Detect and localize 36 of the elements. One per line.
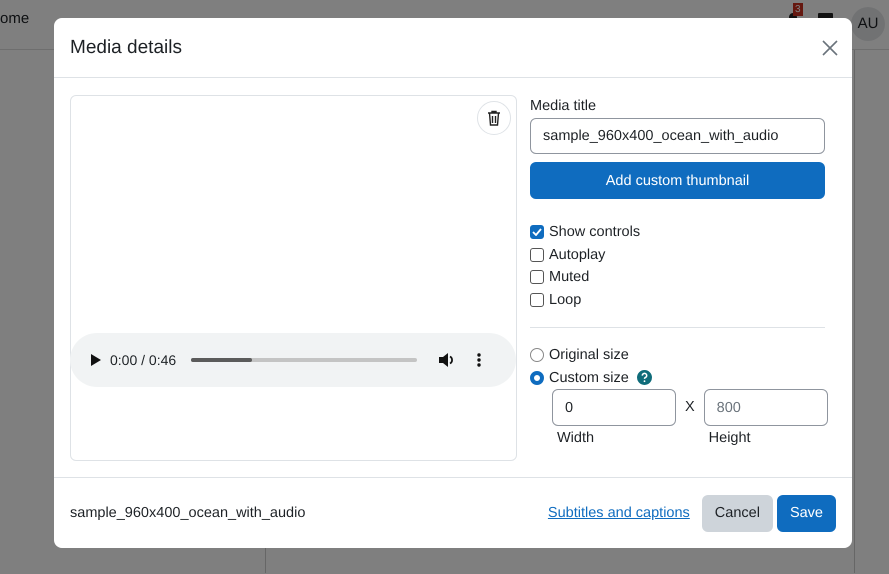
checkbox[interactable]	[530, 270, 544, 284]
play-icon[interactable]	[91, 354, 101, 366]
trash-icon	[487, 110, 501, 126]
height-field[interactable]: 800	[704, 389, 828, 426]
checkbox[interactable]	[530, 292, 544, 307]
width-field[interactable]: 0	[552, 389, 676, 426]
checkbox-label: Muted	[549, 269, 590, 286]
field-label: Height	[708, 430, 752, 446]
checkbox-label: Loop	[549, 292, 582, 308]
volume-icon[interactable]	[439, 353, 456, 367]
add-thumbnail-button[interactable]: Add custom thumbnail	[530, 162, 825, 199]
field-label: Width	[557, 430, 596, 446]
more-icon[interactable]	[477, 353, 482, 367]
radio-label: Original size	[549, 347, 629, 364]
field-label: Media title	[530, 98, 598, 114]
checkbox[interactable]	[530, 225, 544, 240]
subtitles-link[interactable]: Subtitles and captions	[548, 505, 690, 521]
media-title-field[interactable]: sample_960x400_ocean_with_audio	[530, 118, 825, 154]
file-name: sample_960x400_ocean_with_audio	[70, 505, 306, 521]
help-icon[interactable]	[636, 370, 652, 386]
progress-track[interactable]	[191, 358, 418, 362]
checkbox[interactable]	[530, 248, 544, 262]
save-button[interactable]: Save	[776, 494, 836, 532]
time-display: 0:00 / 0:46	[110, 352, 176, 368]
radio-button[interactable]	[530, 348, 544, 362]
checkbox-label: Show controls	[549, 224, 640, 240]
nav-link[interactable]: ome	[0, 10, 30, 27]
cancel-button[interactable]: Cancel	[702, 494, 773, 532]
separator-text: X	[685, 398, 695, 417]
delete-button[interactable]	[477, 101, 511, 135]
dialog-title: Media details	[70, 36, 182, 58]
checkbox-label: Autoplay	[549, 246, 606, 263]
user-avatar[interactable]: AU	[851, 6, 885, 40]
notification-count: 3	[793, 2, 803, 16]
radio-button[interactable]	[530, 370, 544, 385]
radio-label: Custom size	[549, 370, 629, 386]
